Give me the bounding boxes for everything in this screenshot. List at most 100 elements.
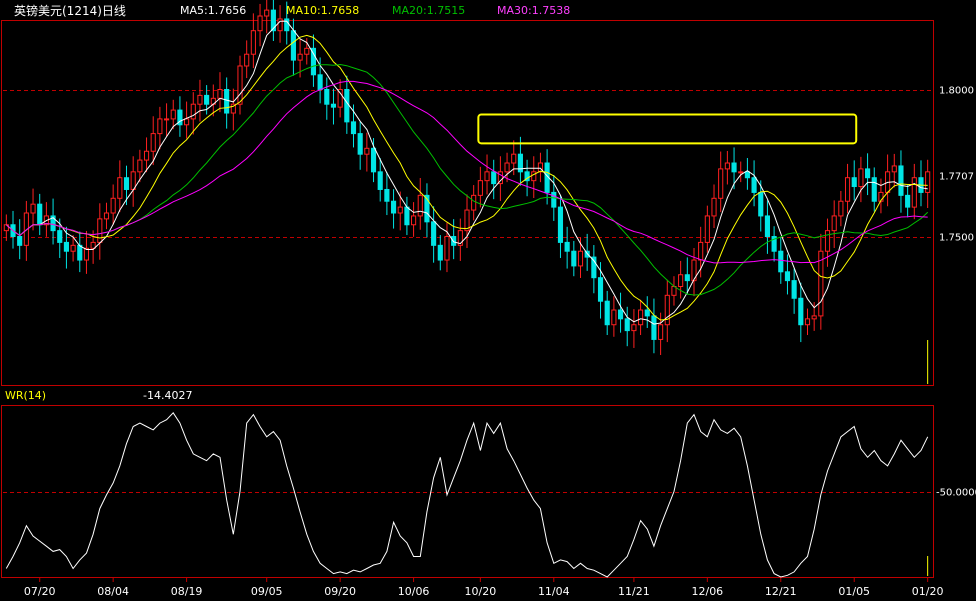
candle-body: [858, 168, 864, 188]
price-axis-labels: 1.7707 1.8000 1.7500 -50.0000: [935, 82, 976, 499]
candle-body: [905, 194, 911, 208]
candle-body: [370, 147, 377, 173]
candle-body: [764, 215, 771, 238]
candle-body: [631, 324, 637, 332]
candle-body: [678, 274, 684, 288]
ma5-label: MA5:1.7656: [180, 4, 247, 17]
candle-body: [844, 177, 851, 202]
candle-body: [110, 197, 116, 214]
candle-body: [130, 171, 136, 190]
candle-body: [224, 89, 230, 114]
ma30-label: MA30:1.7538: [497, 4, 571, 17]
candle-body: [411, 215, 417, 226]
date-label: 10/06: [398, 585, 430, 598]
candle-body: [150, 133, 156, 152]
candle-body: [217, 89, 223, 99]
candle-body: [324, 89, 330, 105]
candle-body: [384, 188, 390, 202]
candle-body: [451, 236, 457, 246]
date-label: 07/20: [24, 585, 56, 598]
wr-indicator-label: WR(14): [5, 389, 47, 402]
candlesticks: [3, 0, 931, 356]
candle-body: [617, 309, 624, 320]
candle-body: [290, 30, 296, 61]
candle-body: [190, 103, 196, 120]
candle-body: [237, 65, 243, 105]
wr-indicator-line: [5, 411, 929, 578]
candle-body: [317, 74, 323, 91]
candle-body: [531, 171, 537, 182]
candle-body: [718, 168, 724, 199]
date-label: 10/20: [465, 585, 497, 598]
date-axis-labels: 07/20 08/04 08/19 09/05 09/20 10/06 10/20 11/04…: [24, 578, 944, 598]
candle-body: [364, 147, 370, 155]
candle-body: [390, 200, 397, 214]
candle-body: [658, 324, 664, 340]
candle-body: [564, 241, 570, 252]
candle-body: [143, 150, 150, 161]
date-label: 08/19: [171, 585, 203, 598]
candle-body: [304, 47, 310, 55]
date-label: 12/21: [765, 585, 797, 598]
candle-body: [344, 89, 350, 123]
candle-body: [731, 162, 737, 173]
candle-body: [330, 103, 337, 108]
candle-body: [270, 9, 276, 32]
candle-body: [738, 171, 744, 174]
candle-body: [891, 165, 897, 173]
candle-body: [684, 274, 690, 282]
candle-body: [37, 203, 43, 226]
candle-body: [611, 309, 617, 326]
candle-body: [471, 194, 477, 211]
candle-body: [898, 165, 904, 196]
highlight-box: [477, 113, 858, 145]
indicator-panel-frame: [1, 405, 934, 578]
wr-axis-label: -50.0000: [936, 488, 976, 499]
candle-body: [277, 18, 283, 32]
candle-body: [310, 47, 317, 76]
date-label: 01/20: [912, 585, 944, 598]
candle-body: [431, 221, 437, 246]
candle-body: [638, 309, 644, 326]
candle-body: [571, 250, 577, 267]
candle-body: [664, 294, 670, 326]
price-axis-label: 1.7500: [939, 233, 974, 244]
candle-body: [925, 171, 931, 193]
candle-body: [123, 177, 130, 190]
candle-body: [871, 177, 877, 202]
candle-body: [491, 171, 497, 185]
candle-body: [644, 309, 650, 317]
candle-body: [651, 315, 657, 340]
candle-body: [70, 244, 76, 252]
candle-body: [117, 177, 123, 199]
candle-body: [551, 191, 557, 208]
wr-indicator-value: -14.4027: [143, 389, 193, 402]
candle-body: [798, 297, 804, 326]
candle-body: [83, 247, 90, 261]
candle-body: [63, 241, 69, 252]
date-label: 08/04: [97, 585, 129, 598]
candle-body: [851, 177, 857, 188]
candle-body: [597, 277, 604, 302]
candle-body: [184, 118, 190, 126]
candle-body: [758, 191, 764, 217]
candle-body: [197, 94, 203, 105]
candle-body: [865, 168, 871, 179]
candle-body: [477, 180, 483, 196]
candle-body: [163, 118, 170, 121]
date-label: 11/21: [618, 585, 650, 598]
candle-body: [604, 300, 610, 326]
candle-body: [204, 94, 210, 105]
candle-body: [250, 30, 256, 55]
candle-body: [257, 15, 263, 32]
candle-body: [557, 206, 564, 243]
candle-body: [437, 244, 443, 261]
candle-body: [30, 203, 36, 214]
candle-body: [397, 206, 403, 214]
candle-body: [624, 318, 630, 332]
candle-body: [791, 280, 797, 299]
candle-body: [417, 194, 423, 217]
candle-body: [838, 200, 844, 217]
wr-line: [5, 411, 929, 578]
highlight-rectangle: [477, 113, 858, 145]
